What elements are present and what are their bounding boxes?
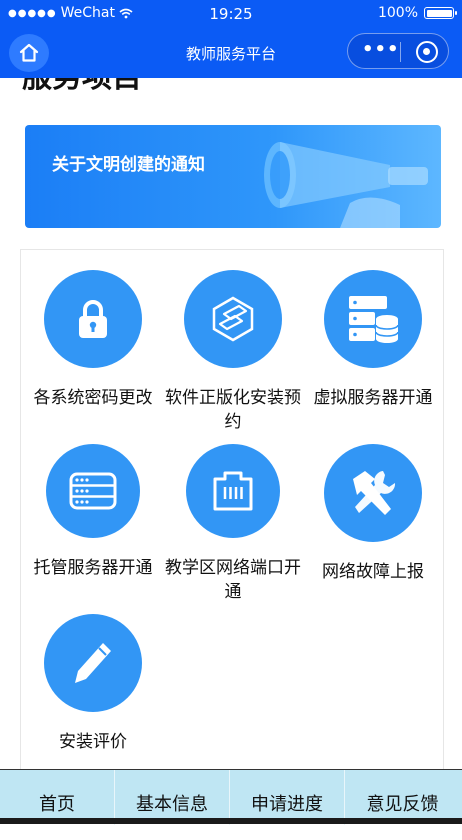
services-grid: 各系统密码更改 软件正版化安装预约 虚拟服务器开通 托管服务器开通 教学区网络端… bbox=[20, 249, 444, 789]
capsule-divider bbox=[400, 42, 401, 62]
service-label: 安装评价 bbox=[59, 732, 127, 752]
notice-banner[interactable]: 关于文明创建的通知 bbox=[25, 125, 441, 228]
more-menu-button[interactable]: ••• bbox=[362, 41, 400, 59]
nav-bar: 教师服务平台 ••• bbox=[0, 28, 462, 78]
tab-application-progress[interactable]: 申请进度 bbox=[230, 770, 345, 825]
banner-title: 关于文明创建的通知 bbox=[52, 155, 205, 175]
close-mini-program-button[interactable] bbox=[416, 41, 438, 63]
lock-icon bbox=[44, 270, 142, 368]
tab-feedback[interactable]: 意见反馈 bbox=[345, 770, 460, 825]
tab-bar: 首页 基本信息 申请进度 意见反馈 bbox=[0, 769, 462, 825]
service-hosted-server[interactable]: 托管服务器开通 bbox=[23, 444, 163, 580]
service-password-change[interactable]: 各系统密码更改 bbox=[23, 270, 163, 410]
tab-basic-info[interactable]: 基本信息 bbox=[115, 770, 230, 825]
pencil-icon bbox=[44, 614, 142, 712]
service-label: 各系统密码更改 bbox=[33, 388, 153, 408]
status-bar: ●●●●● WeChat 19:25 100% bbox=[0, 0, 462, 28]
battery-icon bbox=[424, 7, 457, 19]
service-install-review[interactable]: 安装评价 bbox=[23, 614, 163, 754]
server-rack-icon bbox=[46, 444, 140, 538]
service-label: 教学区网络端口开通 bbox=[165, 558, 301, 602]
home-indicator-strip bbox=[0, 818, 462, 824]
service-label: 网络故障上报 bbox=[322, 562, 424, 582]
mini-program-capsule: ••• bbox=[347, 33, 449, 69]
service-network-fault[interactable]: 网络故障上报 bbox=[303, 444, 443, 584]
service-software-install[interactable]: 软件正版化安装预约 bbox=[163, 270, 303, 434]
service-label: 虚拟服务器开通 bbox=[313, 388, 433, 408]
service-network-port[interactable]: 教学区网络端口开通 bbox=[163, 444, 303, 604]
battery-status: 100% bbox=[377, 5, 457, 21]
network-port-icon bbox=[186, 444, 280, 538]
tools-icon bbox=[324, 444, 422, 542]
service-label: 托管服务器开通 bbox=[33, 558, 153, 578]
service-virtual-server[interactable]: 虚拟服务器开通 bbox=[303, 270, 443, 410]
tab-home[interactable]: 首页 bbox=[0, 770, 115, 825]
server-database-icon bbox=[324, 270, 422, 368]
service-label: 软件正版化安装预约 bbox=[165, 388, 301, 432]
megaphone-icon bbox=[264, 142, 428, 228]
battery-percent: 100% bbox=[377, 5, 418, 21]
software-icon bbox=[184, 270, 282, 368]
